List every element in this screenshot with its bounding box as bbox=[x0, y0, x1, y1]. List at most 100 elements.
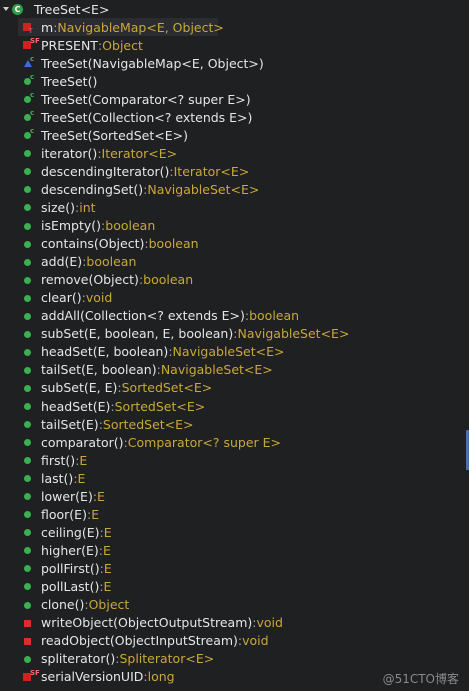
public-constructor-icon: c bbox=[22, 127, 36, 142]
member-item[interactable]: ceiling(E) : E bbox=[22, 523, 469, 541]
member-type: NavigableSet<E> bbox=[160, 362, 273, 378]
chevron-down-icon[interactable] bbox=[2, 5, 10, 13]
member-type: boolean bbox=[148, 236, 199, 252]
member-type: boolean bbox=[86, 254, 137, 270]
public-method-icon bbox=[22, 146, 36, 160]
private-method-icon bbox=[22, 634, 36, 648]
member-name: pollFirst() bbox=[41, 560, 100, 576]
public-method-icon bbox=[22, 435, 36, 449]
public-method-icon bbox=[22, 507, 36, 521]
member-item[interactable]: tailSet(E) : SortedSet<E> bbox=[22, 415, 469, 433]
member-item[interactable]: higher(E) : E bbox=[22, 541, 469, 559]
member-item[interactable]: pollLast() : E bbox=[22, 577, 469, 595]
member-type: NavigableSet<E> bbox=[147, 181, 260, 197]
root-class-label: TreeSet<E> bbox=[34, 1, 110, 17]
member-item[interactable]: readObject(ObjectInputStream) : void bbox=[22, 632, 469, 650]
member-item[interactable]: subSet(E, boolean, E, boolean) : Navigab… bbox=[22, 325, 469, 343]
member-type: boolean bbox=[249, 308, 300, 324]
member-item[interactable]: contains(Object) : boolean bbox=[22, 235, 469, 253]
member-name: contains(Object) bbox=[41, 236, 145, 252]
member-item[interactable]: descendingIterator() : Iterator<E> bbox=[22, 162, 469, 180]
member-type: NavigableMap<E, Object> bbox=[57, 19, 224, 35]
member-item[interactable]: spliterator() : Spliterator<E> bbox=[22, 650, 469, 668]
public-method-icon bbox=[22, 363, 36, 377]
member-item[interactable]: descendingSet() : NavigableSet<E> bbox=[22, 180, 469, 198]
member-name: size() bbox=[41, 199, 75, 215]
member-name: addAll(Collection<? extends E>) bbox=[41, 308, 245, 324]
public-method-icon bbox=[22, 489, 36, 503]
public-method-icon bbox=[22, 291, 36, 305]
member-item[interactable]: headSet(E, boolean) : NavigableSet<E> bbox=[22, 343, 469, 361]
member-item[interactable]: iterator() : Iterator<E> bbox=[22, 144, 469, 162]
member-type: boolean bbox=[143, 272, 194, 288]
member-name: serialVersionUID bbox=[41, 669, 144, 685]
member-item[interactable]: pollFirst() : E bbox=[22, 559, 469, 577]
public-method-icon bbox=[22, 579, 36, 593]
member-name: remove(Object) bbox=[41, 272, 139, 288]
member-name: first() bbox=[41, 452, 76, 468]
member-name: m bbox=[41, 19, 54, 35]
member-type: SortedSet<E> bbox=[121, 380, 213, 396]
member-item[interactable]: clear() : void bbox=[22, 289, 469, 307]
member-item[interactable]: isEmpty() : boolean bbox=[22, 217, 469, 235]
member-item[interactable]: last() : E bbox=[22, 469, 469, 487]
member-name: descendingIterator() bbox=[41, 163, 170, 179]
member-type: SortedSet<E> bbox=[102, 416, 194, 432]
member-item[interactable]: c TreeSet(Collection<? extends E>) bbox=[22, 108, 469, 126]
member-name: last() bbox=[41, 470, 74, 486]
member-item[interactable]: c TreeSet() bbox=[22, 72, 469, 90]
tree-root-treeset[interactable]: C TreeSet<E> bbox=[0, 0, 109, 18]
public-constructor-icon: c bbox=[22, 91, 36, 106]
member-name: readObject(ObjectInputStream) bbox=[41, 633, 238, 649]
member-item[interactable]: c TreeSet(Comparator<? super E>) bbox=[22, 90, 469, 108]
member-item[interactable]: Tm : NavigableMap<E, Object> bbox=[18, 18, 224, 37]
member-item[interactable]: remove(Object) : boolean bbox=[22, 271, 469, 289]
private-transient-field-icon: T bbox=[22, 20, 36, 35]
member-type: Comparator<? super E> bbox=[127, 434, 282, 450]
member-list: Tm : NavigableMap<E, Object> SF PRESENT : … bbox=[18, 18, 469, 686]
public-constructor-icon: c bbox=[22, 73, 36, 88]
public-method-icon bbox=[22, 255, 36, 269]
public-method-icon bbox=[22, 345, 36, 359]
member-item[interactable]: comparator() : Comparator<? super E> bbox=[22, 433, 469, 451]
member-name: iterator() bbox=[41, 145, 98, 161]
member-item[interactable]: c TreeSet(SortedSet<E>) bbox=[22, 126, 469, 144]
member-item[interactable]: size() : int bbox=[22, 198, 469, 216]
member-item[interactable]: clone() : Object bbox=[22, 596, 469, 614]
member-name: ceiling(E) bbox=[41, 524, 100, 540]
watermark-text: @51CTO博客 bbox=[382, 672, 459, 686]
member-name: TreeSet(Comparator<? super E>) bbox=[41, 91, 251, 107]
member-item[interactable]: lower(E) : E bbox=[22, 487, 469, 505]
public-method-icon bbox=[22, 182, 36, 196]
public-method-icon bbox=[22, 309, 36, 323]
member-item[interactable]: c TreeSet(NavigableMap<E, Object>) bbox=[22, 54, 469, 72]
public-method-icon bbox=[22, 453, 36, 467]
member-type: Object bbox=[88, 597, 130, 613]
public-constructor-icon: c bbox=[22, 109, 36, 124]
member-item[interactable]: first() : E bbox=[22, 451, 469, 469]
member-item[interactable]: tailSet(E, boolean) : NavigableSet<E> bbox=[22, 361, 469, 379]
member-item[interactable]: floor(E) : E bbox=[22, 505, 469, 523]
member-item[interactable]: add(E) : boolean bbox=[22, 253, 469, 271]
member-name: clone() bbox=[41, 597, 85, 613]
member-item[interactable]: addAll(Collection<? extends E>) : boolea… bbox=[22, 307, 469, 325]
member-type: Object bbox=[102, 37, 143, 53]
member-type: E bbox=[79, 452, 88, 468]
public-method-icon bbox=[22, 327, 36, 341]
member-item[interactable]: SF PRESENT : Object bbox=[22, 36, 469, 54]
member-name: add(E) bbox=[41, 254, 83, 270]
public-method-icon bbox=[22, 417, 36, 431]
public-method-icon bbox=[22, 561, 36, 575]
member-type: E bbox=[91, 506, 100, 522]
member-item[interactable]: headSet(E) : SortedSet<E> bbox=[22, 397, 469, 415]
member-name: subSet(E, boolean, E, boolean) bbox=[41, 326, 234, 342]
member-item[interactable]: writeObject(ObjectOutputStream) : void bbox=[22, 614, 469, 632]
member-name: spliterator() bbox=[41, 651, 116, 667]
member-name: comparator() bbox=[41, 434, 124, 450]
public-method-icon bbox=[22, 399, 36, 413]
member-type: Spliterator<E> bbox=[119, 651, 215, 667]
public-method-icon bbox=[22, 381, 36, 395]
member-item[interactable]: subSet(E, E) : SortedSet<E> bbox=[22, 379, 469, 397]
member-name: lower(E) bbox=[41, 488, 93, 504]
public-method-icon bbox=[22, 471, 36, 485]
